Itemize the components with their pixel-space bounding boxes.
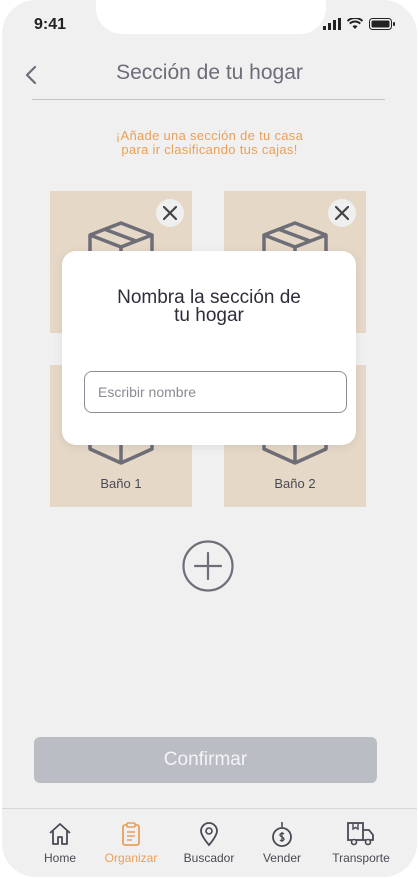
price-tag-icon <box>272 822 292 847</box>
dialog-title: Nombra la sección de tu hogar <box>117 287 301 326</box>
section-name-input[interactable] <box>84 371 347 413</box>
section-label: Baño 2 <box>274 476 316 491</box>
page-title: Sección de tu hogar <box>116 61 303 84</box>
tab-vender[interactable]: Vender <box>242 821 322 865</box>
section-label: Baño 1 <box>100 476 142 491</box>
battery-icon <box>369 18 395 30</box>
tab-home[interactable]: Home <box>20 821 100 865</box>
instructions-text: ¡Añade una sección de tu casa para ir cl… <box>115 128 304 157</box>
location-pin-icon <box>200 822 218 847</box>
name-section-dialog: Nombra la sección de tu hogar <box>62 251 356 445</box>
status-time: 9:41 <box>34 16 67 33</box>
tab-label: Buscador <box>183 851 235 865</box>
confirm-button[interactable]: Confirmar <box>34 737 377 783</box>
status-icons <box>323 18 395 30</box>
tab-label: Home <box>43 851 76 865</box>
tab-label: Transporte <box>332 851 390 865</box>
remove-section-button[interactable] <box>328 199 356 227</box>
tab-organizar[interactable]: Organizar <box>91 821 171 865</box>
close-icon <box>335 206 349 220</box>
tab-buscador[interactable]: Buscador <box>169 821 249 865</box>
wifi-icon <box>347 18 363 29</box>
tab-transporte[interactable]: Transporte <box>321 821 401 865</box>
header-divider <box>32 99 385 100</box>
add-section-button[interactable] <box>182 540 234 592</box>
header: Sección de tu hogar <box>2 55 417 99</box>
phone-screen: 9:41 Sección de tu hogar ¡Añade una secc… <box>2 0 417 877</box>
clipboard-icon <box>122 822 140 846</box>
bottom-tab-bar: Home Organizar Buscador Vender Transport… <box>2 808 417 877</box>
truck-icon <box>347 822 374 846</box>
tab-label: Organizar <box>104 851 158 865</box>
tab-label: Vender <box>262 851 302 865</box>
notch <box>96 0 326 34</box>
close-icon <box>163 206 177 220</box>
remove-section-button[interactable] <box>156 199 184 227</box>
signal-icon <box>323 18 341 30</box>
home-icon <box>49 823 71 845</box>
